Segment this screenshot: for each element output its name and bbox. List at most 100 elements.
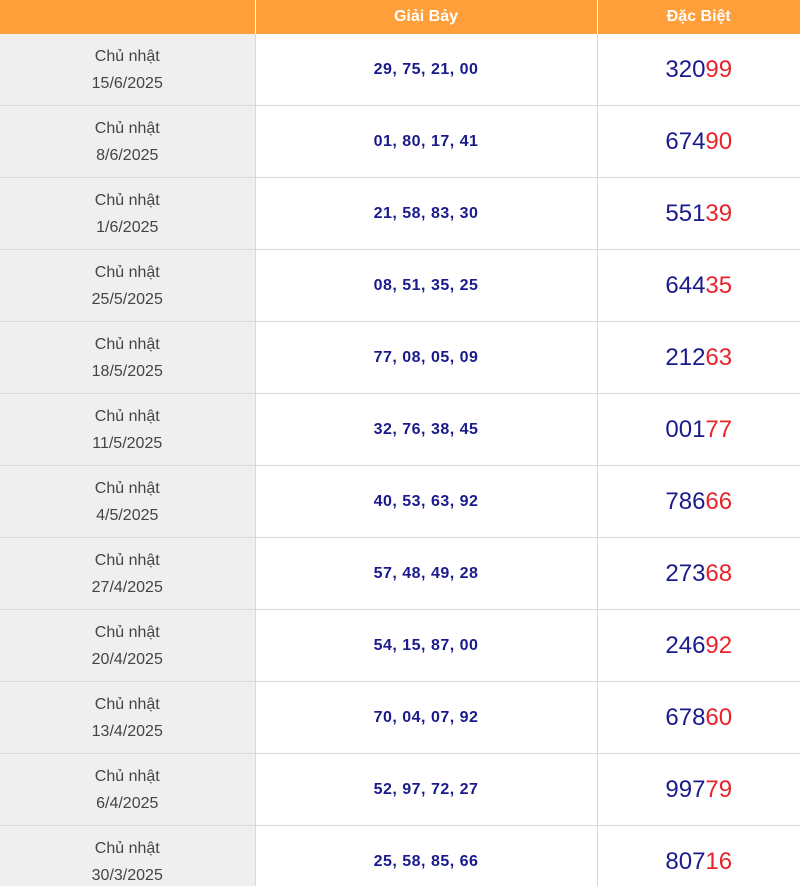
- giai-bay-cell: 40, 53, 63, 92: [254, 465, 598, 538]
- dac-biet-head-digits: 678: [665, 703, 706, 731]
- dac-biet-tail-digits: 60: [705, 703, 733, 731]
- date-cell: Chủ nhật 25/5/2025: [0, 249, 256, 322]
- weekday-label: Chủ nhật: [94, 767, 160, 785]
- weekday-label: Chủ nhật: [94, 695, 160, 713]
- giai-bay-cell: 70, 04, 07, 92: [254, 681, 598, 754]
- weekday-label: Chủ nhật: [94, 263, 160, 281]
- giai-bay-cell: 77, 08, 05, 09: [254, 321, 598, 394]
- giai-bay-cell: 57, 48, 49, 28: [254, 537, 598, 610]
- table-row: Chủ nhật 8/6/2025 01, 80, 17, 41 67490: [0, 105, 800, 178]
- table-row: Chủ nhật 15/6/2025 29, 75, 21, 00 32099: [0, 34, 800, 106]
- dac-biet-tail-digits: 92: [705, 631, 733, 659]
- dac-biet-cell: 78666: [596, 465, 800, 538]
- giai-bay-cell: 08, 51, 35, 25: [254, 249, 598, 322]
- table-body: Chủ nhật 15/6/2025 29, 75, 21, 00 32099 Chủ …: [0, 34, 800, 886]
- date-cell: Chủ nhật 27/4/2025: [0, 537, 256, 610]
- weekday-label: Chủ nhật: [94, 191, 160, 209]
- weekday-label: Chủ nhật: [94, 839, 160, 857]
- dac-biet-tail-digits: 99: [705, 55, 733, 83]
- date-cell: Chủ nhật 11/5/2025: [0, 393, 256, 466]
- date-cell: Chủ nhật 1/6/2025: [0, 177, 256, 250]
- table-header-row: Giải Bảy Đặc Biệt: [0, 0, 800, 34]
- dac-biet-cell: 80716: [596, 825, 800, 886]
- date-cell: Chủ nhật 18/5/2025: [0, 321, 256, 394]
- dac-biet-cell: 21263: [596, 321, 800, 394]
- table-row: Chủ nhật 25/5/2025 08, 51, 35, 25 64435: [0, 249, 800, 322]
- dac-biet-tail-digits: 68: [705, 559, 733, 587]
- dac-biet-head-digits: 807: [665, 847, 706, 875]
- dac-biet-tail-digits: 16: [705, 847, 733, 875]
- dac-biet-head-digits: 273: [665, 559, 706, 587]
- table-row: Chủ nhật 13/4/2025 70, 04, 07, 92 67860: [0, 681, 800, 754]
- weekday-label: Chủ nhật: [94, 551, 160, 569]
- dac-biet-head-digits: 786: [665, 487, 706, 515]
- date-cell: Chủ nhật 13/4/2025: [0, 681, 256, 754]
- weekday-label: Chủ nhật: [94, 335, 160, 353]
- table-row: Chủ nhật 18/5/2025 77, 08, 05, 09 21263: [0, 321, 800, 394]
- dac-biet-cell: 64435: [596, 249, 800, 322]
- header-dac-biet: Đặc Biệt: [597, 0, 800, 34]
- table-row: Chủ nhật 27/4/2025 57, 48, 49, 28 27368: [0, 537, 800, 610]
- giai-bay-cell: 29, 75, 21, 00: [254, 34, 598, 106]
- table-row: Chủ nhật 30/3/2025 25, 58, 85, 66 80716: [0, 825, 800, 886]
- table-row: Chủ nhật 20/4/2025 54, 15, 87, 00 24692: [0, 609, 800, 682]
- table-row: Chủ nhật 11/5/2025 32, 76, 38, 45 00177: [0, 393, 800, 466]
- date-label: 1/6/2025: [96, 218, 159, 236]
- date-label: 27/4/2025: [91, 578, 163, 596]
- dac-biet-head-digits: 212: [665, 343, 706, 371]
- date-cell: Chủ nhật 15/6/2025: [0, 34, 256, 106]
- date-label: 11/5/2025: [92, 434, 163, 452]
- dac-biet-tail-digits: 77: [705, 415, 733, 443]
- results-table: Giải Bảy Đặc Biệt Chủ nhật 15/6/2025 29, 7…: [0, 0, 800, 886]
- date-label: 15/6/2025: [91, 74, 163, 92]
- dac-biet-cell: 67490: [596, 105, 800, 178]
- weekday-label: Chủ nhật: [94, 479, 160, 497]
- header-giai-bay: Giải Bảy: [255, 0, 598, 34]
- dac-biet-head-digits: 320: [665, 55, 706, 83]
- dac-biet-head-digits: 551: [665, 199, 706, 227]
- date-cell: Chủ nhật 30/3/2025: [0, 825, 256, 886]
- date-label: 25/5/2025: [91, 290, 163, 308]
- dac-biet-head-digits: 001: [665, 415, 706, 443]
- date-label: 6/4/2025: [96, 794, 159, 812]
- dac-biet-head-digits: 644: [665, 271, 706, 299]
- dac-biet-cell: 99779: [596, 753, 800, 826]
- dac-biet-tail-digits: 79: [705, 775, 733, 803]
- dac-biet-head-digits: 674: [665, 127, 706, 155]
- dac-biet-cell: 24692: [596, 609, 800, 682]
- giai-bay-cell: 54, 15, 87, 00: [254, 609, 598, 682]
- date-cell: Chủ nhật 6/4/2025: [0, 753, 256, 826]
- giai-bay-cell: 25, 58, 85, 66: [254, 825, 598, 886]
- date-label: 8/6/2025: [96, 146, 159, 164]
- giai-bay-cell: 01, 80, 17, 41: [254, 105, 598, 178]
- date-label: 4/5/2025: [96, 506, 159, 524]
- giai-bay-cell: 21, 58, 83, 30: [254, 177, 598, 250]
- dac-biet-tail-digits: 66: [705, 487, 733, 515]
- header-date: [0, 0, 256, 34]
- dac-biet-tail-digits: 90: [705, 127, 733, 155]
- dac-biet-tail-digits: 35: [705, 271, 733, 299]
- table-row: Chủ nhật 6/4/2025 52, 97, 72, 27 99779: [0, 753, 800, 826]
- dac-biet-cell: 00177: [596, 393, 800, 466]
- giai-bay-cell: 32, 76, 38, 45: [254, 393, 598, 466]
- weekday-label: Chủ nhật: [94, 119, 160, 137]
- date-cell: Chủ nhật 8/6/2025: [0, 105, 256, 178]
- weekday-label: Chủ nhật: [94, 407, 160, 425]
- date-label: 13/4/2025: [91, 722, 163, 740]
- date-cell: Chủ nhật 4/5/2025: [0, 465, 256, 538]
- date-label: 18/5/2025: [91, 362, 163, 380]
- date-label: 30/3/2025: [91, 866, 163, 884]
- dac-biet-head-digits: 246: [665, 631, 706, 659]
- table-row: Chủ nhật 4/5/2025 40, 53, 63, 92 78666: [0, 465, 800, 538]
- date-cell: Chủ nhật 20/4/2025: [0, 609, 256, 682]
- giai-bay-cell: 52, 97, 72, 27: [254, 753, 598, 826]
- table-row: Chủ nhật 1/6/2025 21, 58, 83, 30 55139: [0, 177, 800, 250]
- date-label: 20/4/2025: [91, 650, 163, 668]
- dac-biet-tail-digits: 63: [705, 343, 733, 371]
- dac-biet-cell: 32099: [596, 34, 800, 106]
- weekday-label: Chủ nhật: [94, 47, 160, 65]
- weekday-label: Chủ nhật: [94, 623, 160, 641]
- dac-biet-tail-digits: 39: [705, 199, 733, 227]
- dac-biet-head-digits: 997: [665, 775, 706, 803]
- dac-biet-cell: 67860: [596, 681, 800, 754]
